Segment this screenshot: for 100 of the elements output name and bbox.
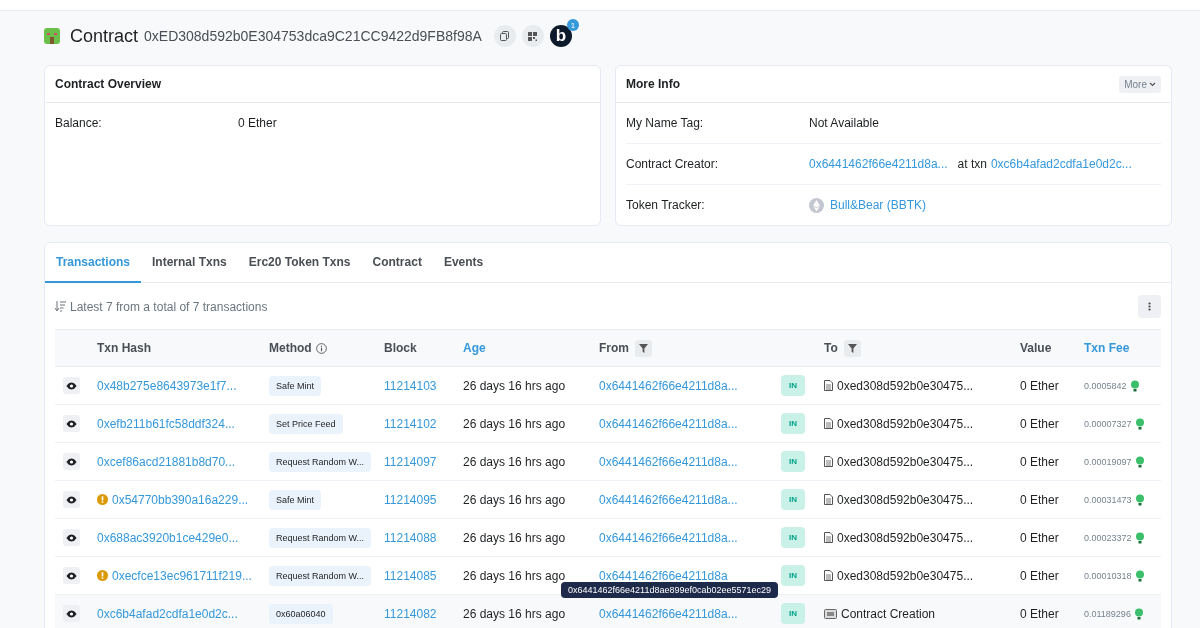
eye-icon — [66, 533, 77, 542]
gas-bulb-icon — [1135, 455, 1144, 468]
direction-tag: IN — [781, 565, 805, 586]
txn-hash-link[interactable]: 0xecfce13ec961711f219... — [112, 568, 252, 583]
view-button[interactable] — [63, 453, 80, 470]
eye-icon — [66, 457, 77, 466]
document-icon — [824, 380, 833, 391]
creator-address-link[interactable]: 0x6441462f66e4211d8a... — [809, 157, 948, 171]
eye-icon — [66, 609, 77, 618]
method-tag: Set Price Feed — [269, 413, 343, 434]
eye-icon — [66, 571, 77, 580]
value-text: 0 Ether — [1020, 568, 1059, 583]
age-text: 26 days 16 hrs ago — [463, 568, 566, 583]
tab[interactable]: Erc20 Token Txns — [237, 243, 362, 283]
tab[interactable]: Transactions — [45, 243, 142, 283]
direction-tag: IN — [781, 603, 805, 624]
at-txn-text: at txn — [957, 157, 987, 171]
column-header: Txn Hash — [96, 341, 152, 355]
column-header: To — [824, 341, 838, 355]
summary-text: Latest 7 from a total of 7 transactions — [70, 299, 268, 314]
txn-fee-text: 0.01189296 — [1084, 608, 1131, 619]
value-text: 0 Ether — [1020, 454, 1059, 469]
to-address-link[interactable]: 0xed308d592b0e30475... — [837, 530, 974, 545]
block-link[interactable]: 11214102 — [384, 416, 437, 431]
tab[interactable]: Events — [432, 243, 495, 283]
blockscan-chat-button[interactable]: b — [549, 25, 572, 47]
eye-icon — [66, 381, 77, 390]
from-address-link[interactable]: 0x6441462f66e4211d8a — [599, 568, 728, 583]
notification-badge: 1 — [566, 19, 579, 31]
view-button[interactable] — [63, 491, 80, 508]
filter-icon — [639, 343, 648, 353]
more-dropdown-button[interactable]: More — [1119, 75, 1161, 93]
txn-hash-link[interactable]: 0x54770bb390a16a229... — [112, 492, 249, 507]
token-tracker-link[interactable]: Bull&Bear (BBTK) — [830, 198, 927, 212]
txn-fee-text: 0.00023372 — [1084, 532, 1132, 543]
info-icon — [315, 342, 327, 354]
column-header[interactable]: Txn Fee — [1080, 341, 1161, 355]
to-address-link[interactable]: 0xed308d592b0e30475... — [837, 492, 974, 507]
qr-code-button[interactable] — [521, 25, 544, 47]
column-header: From — [599, 341, 629, 355]
from-address-link[interactable]: 0x6441462f66e4211d8a... — [599, 378, 738, 393]
txn-hash-link[interactable]: 0x688ac3920b1ce429e0... — [97, 530, 239, 545]
warning-icon — [97, 494, 108, 505]
view-button[interactable] — [63, 415, 80, 432]
direction-tag: IN — [781, 451, 805, 472]
copy-button[interactable] — [493, 25, 516, 47]
kebab-icon — [1148, 302, 1151, 311]
copy-icon — [500, 31, 510, 41]
field-label: Balance: — [55, 116, 103, 130]
filter-button[interactable] — [635, 339, 652, 357]
txn-hash-link[interactable]: 0xefb211b61fc58ddf324... — [97, 416, 235, 431]
from-address-link[interactable]: 0x6441462f66e4211d8a... — [599, 530, 738, 545]
method-tag: Safe Mint — [269, 489, 322, 510]
to-address-link[interactable]: 0xed308d592b0e30475... — [837, 416, 974, 431]
view-button[interactable] — [63, 377, 80, 394]
column-header: Method — [265, 341, 380, 355]
gas-bulb-icon — [1134, 607, 1143, 620]
method-tag: 0x60a06040 — [269, 603, 333, 624]
to-address-link[interactable]: 0xed308d592b0e30475... — [837, 378, 974, 393]
txn-hash-link[interactable]: 0x48b275e8643973e1f7... — [97, 378, 237, 393]
block-link[interactable]: 11214095 — [384, 492, 437, 507]
method-tag: Request Random W... — [269, 451, 372, 472]
gas-bulb-icon — [1135, 417, 1144, 430]
field-value: Not Available — [809, 116, 880, 130]
tab[interactable]: Internal Txns — [141, 243, 238, 283]
view-button[interactable] — [63, 567, 80, 584]
txn-fee-text: 0.00007327 — [1084, 418, 1132, 429]
txn-hash-link[interactable]: 0xcef86acd21881b8d70... — [97, 454, 236, 469]
creation-txn-link[interactable]: 0xc6b4afad2cdfa1e0d2c... — [990, 157, 1132, 171]
from-address-link[interactable]: 0x6441462f66e4211d8a... — [599, 416, 738, 431]
txn-fee-text: 0.0005842 — [1084, 380, 1127, 391]
age-text: 26 days 16 hrs ago — [463, 606, 566, 621]
from-address-link[interactable]: 0x6441462f66e4211d8a... — [599, 492, 738, 507]
gas-bulb-icon — [1130, 379, 1139, 392]
direction-tag: IN — [781, 375, 805, 396]
to-address-link[interactable]: 0xed308d592b0e30475... — [837, 568, 974, 583]
to-address-link[interactable]: 0xed308d592b0e30475... — [837, 454, 974, 469]
block-link[interactable]: 11214082 — [384, 606, 437, 621]
block-link[interactable]: 11214103 — [384, 378, 437, 393]
warning-icon — [97, 570, 108, 581]
txn-fee-text: 0.00031473 — [1084, 494, 1132, 505]
txn-hash-link[interactable]: 0xc6b4afad2cdfa1e0d2c... — [97, 606, 238, 621]
qr-code-icon — [528, 31, 538, 41]
block-link[interactable]: 11214085 — [384, 568, 437, 583]
ethereum-token-icon — [809, 197, 824, 213]
from-address-link[interactable]: 0x6441462f66e4211d8a... — [599, 454, 738, 469]
field-value: 0 Ether — [238, 116, 278, 130]
from-address-link[interactable]: 0x6441462f66e4211d8a... — [599, 606, 738, 621]
value-text: 0 Ether — [1020, 416, 1059, 431]
block-link[interactable]: 11214088 — [384, 530, 437, 545]
column-header[interactable]: Age — [459, 341, 595, 355]
view-button[interactable] — [63, 529, 80, 546]
column-header: Value — [1019, 341, 1053, 355]
view-button[interactable] — [63, 605, 80, 622]
filter-button[interactable] — [843, 339, 861, 357]
contract-address: 0xED308d592b0E304753dca9C21CC9422d9FB8f98A — [144, 28, 482, 44]
block-link[interactable]: 11214097 — [384, 454, 437, 469]
gas-bulb-icon — [1135, 569, 1144, 582]
field-label: Token Tracker: — [626, 198, 706, 212]
tab[interactable]: Contract — [361, 243, 433, 283]
